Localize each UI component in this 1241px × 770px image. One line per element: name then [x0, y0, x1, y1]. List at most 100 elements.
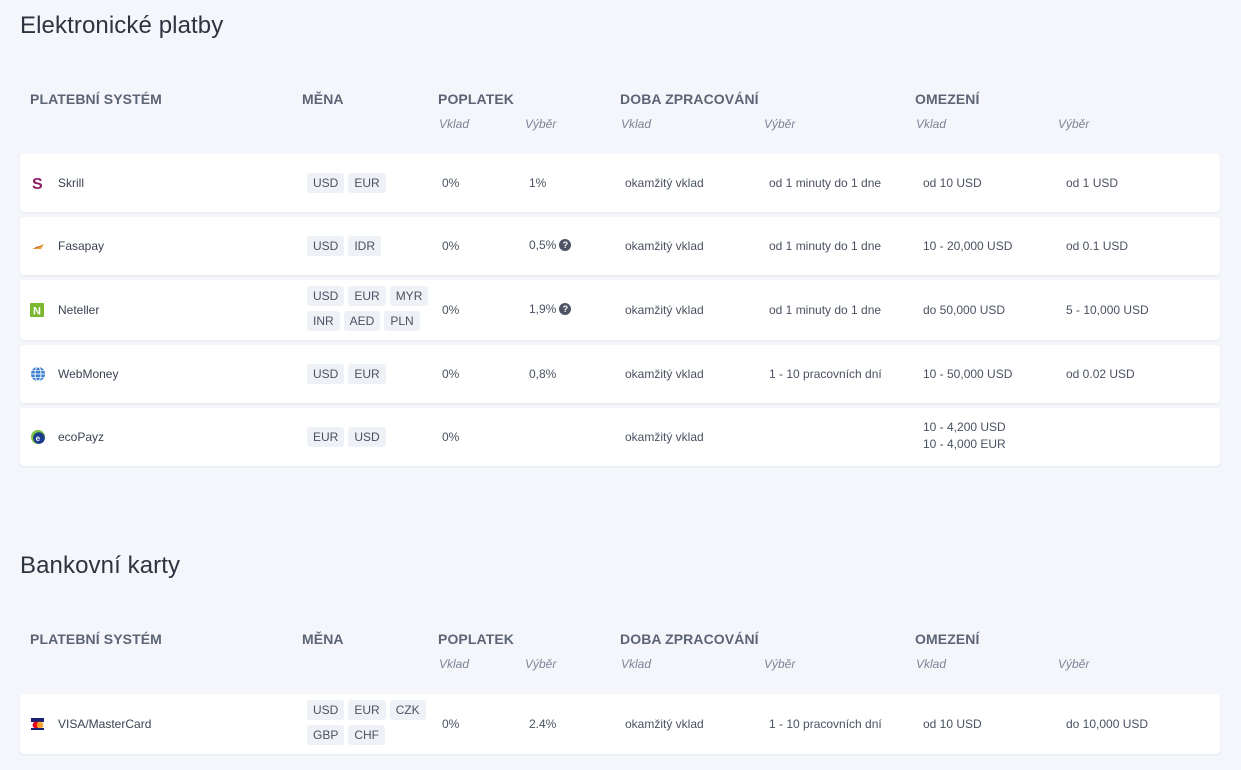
currency-tag: USD	[348, 427, 386, 447]
subheader-fee-deposit: Vklad	[439, 117, 470, 131]
fee-withdrawal: 1,9%	[529, 302, 557, 316]
fee-deposit: 0%	[442, 430, 460, 444]
fee-withdrawal: 1%	[529, 176, 547, 190]
fee-deposit: 0%	[442, 303, 460, 317]
header-processing: DOBA ZPRACOVÁNÍ	[620, 631, 759, 647]
currency-tag: EUR	[348, 173, 386, 193]
header-fee: POPLATEK	[438, 91, 514, 107]
svg-text:N: N	[33, 306, 41, 318]
svg-text:e: e	[36, 434, 41, 443]
webmoney-logo-icon	[30, 366, 46, 382]
table-row-neteller[interactable]: N Neteller USD EUR MYR INR AED PLN 0% 1,…	[20, 280, 1220, 340]
subheader-time-withdrawal: Výběr	[764, 117, 796, 131]
limit-withdrawal: do 10,000 USD	[1066, 717, 1149, 731]
section-title: Elektronické platby	[20, 12, 224, 39]
time-withdrawal: od 1 minuty do 1 dne	[769, 176, 882, 190]
payment-system-name: Fasapay	[58, 239, 105, 253]
currency-tag: CZK	[389, 700, 426, 720]
currency-tags: USD IDR	[307, 236, 432, 256]
currency-tag: USD	[307, 236, 345, 256]
time-deposit: okamžitý vklad	[625, 717, 704, 731]
subheader-limit-deposit: Vklad	[916, 117, 947, 131]
time-deposit: okamžitý vklad	[625, 176, 704, 190]
time-deposit: okamžitý vklad	[625, 303, 704, 317]
subheader-time-withdrawal: Výběr	[764, 657, 796, 671]
limit-withdrawal: od 1 USD	[1066, 176, 1119, 190]
limit-deposit: 10 - 50,000 USD	[923, 367, 1013, 381]
currency-tag: EUR	[348, 700, 386, 720]
fasapay-logo-icon	[30, 238, 46, 254]
currency-tag: GBP	[307, 725, 345, 745]
question-circle-icon[interactable]: ?	[559, 239, 572, 251]
currency-tags: EUR USD	[307, 427, 432, 447]
currency-tag: CHF	[348, 725, 386, 745]
limit-deposit: do 50,000 USD	[923, 303, 1006, 317]
limit-deposit-line: 10 - 4,000 EUR	[923, 437, 1006, 451]
ecopayz-logo-icon: e	[30, 429, 46, 445]
limit-deposit: 10 - 20,000 USD	[923, 239, 1013, 253]
subheader-fee-withdrawal: Výběr	[525, 657, 557, 671]
subheader-fee-deposit: Vklad	[439, 657, 470, 671]
header-currency: MĚNA	[302, 631, 344, 647]
header-limits: OMEZENÍ	[915, 91, 980, 107]
limit-deposit: 10 - 4,200 USD 10 - 4,000 EUR	[923, 419, 1006, 453]
fee-withdrawal-cell: 0,5%?	[529, 238, 572, 252]
fee-withdrawal: 0,8%	[529, 367, 557, 381]
subheader-limit-deposit: Vklad	[916, 657, 947, 671]
header-processing: DOBA ZPRACOVÁNÍ	[620, 91, 759, 107]
currency-tag: EUR	[307, 427, 345, 447]
table-row-webmoney[interactable]: WebMoney USD EUR 0% 0,8% okamžitý vklad …	[20, 345, 1220, 403]
currency-tag: INR	[307, 311, 340, 331]
currency-tag: USD	[307, 700, 345, 720]
subheader-time-deposit: Vklad	[621, 657, 652, 671]
time-deposit: okamžitý vklad	[625, 430, 704, 444]
time-deposit: okamžitý vklad	[625, 239, 704, 253]
currency-tag: EUR	[348, 364, 386, 384]
table-row-fasapay[interactable]: Fasapay USD IDR 0% 0,5%? okamžitý vklad …	[20, 217, 1220, 275]
fee-withdrawal: 2.4%	[529, 717, 557, 731]
fee-withdrawal-cell: 1,9%?	[529, 302, 572, 316]
time-withdrawal: od 1 minuty do 1 dne	[769, 239, 882, 253]
time-withdrawal: 1 - 10 pracovních dní	[769, 367, 882, 381]
skrill-logo-icon: S	[30, 175, 46, 193]
time-withdrawal: 1 - 10 pracovních dní	[769, 717, 882, 731]
payment-system-name: WebMoney	[58, 367, 119, 381]
fee-deposit: 0%	[442, 239, 460, 253]
currency-tag: EUR	[348, 286, 386, 306]
table-row-ecopayz[interactable]: e ecoPayz EUR USD 0% okamžitý vklad 10 -…	[20, 408, 1220, 466]
subheader-limit-withdrawal: Výběr	[1058, 117, 1090, 131]
fee-deposit: 0%	[442, 176, 460, 190]
question-circle-icon[interactable]: ?	[559, 303, 572, 315]
header-payment-system: PLATEBNÍ SYSTÉM	[30, 91, 162, 107]
limit-withdrawal: od 0.02 USD	[1066, 367, 1135, 381]
header-fee: POPLATEK	[438, 631, 514, 647]
payment-system-name: VISA/MasterCard	[58, 717, 152, 731]
currency-tags: USD EUR MYR INR AED PLN	[307, 286, 432, 331]
subheader-fee-withdrawal: Výběr	[525, 117, 557, 131]
currency-tags: USD EUR	[307, 173, 432, 193]
fee-withdrawal: 0,5%	[529, 238, 557, 252]
currency-tag: AED	[343, 311, 381, 331]
currency-tags: USD EUR CZK GBP CHF	[307, 700, 432, 745]
subheader-limit-withdrawal: Výběr	[1058, 657, 1090, 671]
currency-tag: USD	[307, 286, 345, 306]
currency-tag: MYR	[389, 286, 429, 306]
header-currency: MĚNA	[302, 91, 344, 107]
fee-deposit: 0%	[442, 367, 460, 381]
currency-tag: USD	[307, 173, 345, 193]
table-row-visa-mastercard[interactable]: VISA/MasterCard USD EUR CZK GBP CHF 0% 2…	[20, 694, 1220, 754]
payment-system-name: Skrill	[58, 176, 84, 190]
limit-deposit-line: 10 - 4,200 USD	[923, 420, 1006, 434]
subheader-time-deposit: Vklad	[621, 117, 652, 131]
fee-deposit: 0%	[442, 717, 460, 731]
time-withdrawal: od 1 minuty do 1 dne	[769, 303, 882, 317]
currency-tag: USD	[307, 364, 345, 384]
section-title: Bankovní karty	[20, 552, 181, 579]
limit-withdrawal: 5 - 10,000 USD	[1066, 303, 1149, 317]
header-limits: OMEZENÍ	[915, 631, 980, 647]
table-row-skrill[interactable]: S Skrill USD EUR 0% 1% okamžitý vklad od…	[20, 154, 1220, 212]
currency-tags: USD EUR	[307, 364, 432, 384]
limit-deposit: od 10 USD	[923, 717, 982, 731]
svg-text:S: S	[32, 176, 43, 191]
header-payment-system: PLATEBNÍ SYSTÉM	[30, 631, 162, 647]
